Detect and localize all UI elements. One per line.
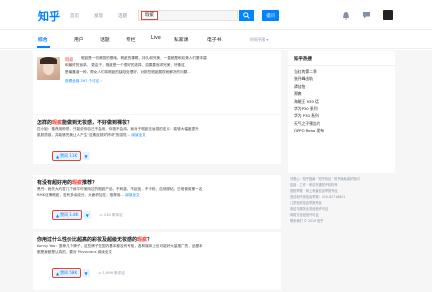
answer-title-pre: 有没有超好用的 xyxy=(37,180,73,186)
hot-search-divider xyxy=(288,65,395,66)
tab-all-underline xyxy=(37,46,50,48)
tab-columns[interactable]: 专栏 xyxy=(126,36,136,43)
downvote-triangle-icon: ▼ xyxy=(85,212,89,218)
answer-excerpt-line2: 都是我都是认真的，要对 Physicians 阅读全文 xyxy=(37,250,112,254)
answer-excerpt-text: RMK丝滑瑕疵，没有多余成分，大面积加在，推荐用… xyxy=(37,193,125,197)
hot-search-item[interactable]: 华为 P30 系列 xyxy=(294,113,392,120)
topic-all-link[interactable]: 查看全部 297 个讨论 › xyxy=(65,79,102,84)
upvote-button[interactable]: ▲ 赞同 11K xyxy=(51,151,82,161)
read-more-link[interactable]: 阅读全文 xyxy=(131,133,145,137)
vote-group: ▲ 赞同 1.8K ▼ ▭ 230 条评论 xyxy=(51,210,123,220)
answer-title-post: 推荐？ xyxy=(82,180,98,186)
search-button[interactable] xyxy=(239,10,254,21)
read-more-link[interactable]: 阅读全文 xyxy=(125,193,139,197)
comment-icon: ▭ xyxy=(99,212,103,217)
topic-desc-line2: 和最终的追求。 更由于，瑕疵是一个很好的选择，如果要追求完美，好像这 xyxy=(65,63,185,67)
hot-search-item[interactable]: 海贼王 939 话 xyxy=(294,99,392,106)
hot-search-item[interactable]: 天气之子预告片 xyxy=(294,121,392,128)
topic-image xyxy=(37,57,60,80)
upvote-count: 赞同 11K xyxy=(60,153,78,158)
upvote-button[interactable]: ▲ 赞同 1.8K xyxy=(51,210,83,220)
nav-topic[interactable]: 话题 xyxy=(118,13,127,19)
topic-desc-line3: 是最靠谱一种，帮女人们将瑕疵的缺陷处理好，对那些瑕疵展现而解决的问题… xyxy=(65,70,191,74)
downvote-triangle-icon: ▼ xyxy=(84,270,88,276)
tab-courses[interactable]: 私家课 xyxy=(174,36,188,43)
tab-users[interactable]: 用户 xyxy=(74,36,84,43)
tab-all[interactable]: 综合 xyxy=(38,36,48,43)
hot-search-item[interactable]: 当红的第二季 xyxy=(294,69,392,76)
search-input[interactable]: 瑕疵 xyxy=(138,10,238,21)
answer-title-pre: 你用过什么性价比超高的彩妆及超级无妆感的 xyxy=(37,237,138,243)
search-tabs: 综合 用户 话题 专栏 Live 私家课 电子书 时间不限 ▾ xyxy=(0,31,432,49)
hot-search-item[interactable]: 华为P30 系列 xyxy=(294,106,392,113)
chevron-down-icon: ▾ xyxy=(266,37,269,42)
topic-card: 瑕疵 瑕疵是一切美丽的基础。瑕疵的裸眼，持久和完美，一直都是和欢美人们基本盾 和… xyxy=(33,51,281,114)
answer-title-pre: 怎样的 xyxy=(37,120,53,126)
search-value: 瑕疵 xyxy=(141,11,158,20)
avatar[interactable] xyxy=(383,10,393,20)
hot-search-list: 当红的第二季 张丹峰出轨 谭佳怡 郑爽 海贼王 939 话 华为P30 系列 华… xyxy=(294,69,392,136)
tab-ebooks[interactable]: 电子书 xyxy=(207,36,221,43)
answer-title-post: 能做到无妆感，不好做到裸妆？ xyxy=(62,120,133,126)
answer-card: 有没有超好用的瑕疵推荐？ 黑丹：我先大约答几个我平时使用过的瑕疵产品，不刺激，不… xyxy=(33,175,281,229)
downvote-button[interactable]: ▼ xyxy=(83,211,92,219)
comment-count[interactable]: ▭ 230 条评论 xyxy=(99,213,122,218)
downvote-button[interactable]: ▼ xyxy=(82,269,91,277)
chevron-right-icon: › xyxy=(100,79,102,83)
topic-all-link-label: 查看全部 297 个讨论 xyxy=(65,79,100,83)
comment-count-label: 230 条评论 xyxy=(103,212,123,217)
downvote-button[interactable]: ▼ xyxy=(82,152,91,160)
answer-excerpt-line1: Konny Yao：推荐几个牌子，这些牌子在国内基本都没有专柜，各种媒体上也可能… xyxy=(37,244,203,248)
time-filter-label: 时间不限 xyxy=(250,37,266,42)
answer-excerpt-text: 肌肤质感，并能够完美让人产生"这素皮肤好好呀"的感觉… xyxy=(37,133,131,137)
upvote-count: 赞同 1.8K xyxy=(60,212,79,217)
downvote-triangle-icon: ▼ xyxy=(84,153,88,159)
answer-excerpt-line2: RMK丝滑瑕疵，没有多余成分，大面积加在，推荐用… 阅读全文 xyxy=(37,193,277,199)
hot-search-item[interactable]: 谭佳怡 xyxy=(294,84,392,91)
topic-desc-line1: 瑕疵是一切美丽的基础。瑕疵的裸眼，持久和完美，一直都是和欢美人们基本盾 xyxy=(81,56,207,60)
answer-title[interactable]: 有没有超好用的瑕疵推荐？ xyxy=(37,179,97,186)
footer-line[interactable]: 联系我们 © 2019 知乎 xyxy=(290,218,395,224)
answer-title-post: ？ xyxy=(147,237,153,243)
answer-card: 你用过什么性价比超高的彩妆及超级无妆感的瑕疵？ Konny Yao：推荐几个牌子… xyxy=(33,232,281,290)
upvote-button[interactable]: ▲ 赞同 58K xyxy=(51,268,82,278)
ask-button[interactable]: 提问 xyxy=(262,10,279,21)
hot-search-item[interactable]: OPPO Reno 发布 xyxy=(294,128,392,135)
bell-icon[interactable] xyxy=(342,11,350,20)
hot-search-item[interactable]: 张丹峰出轨 xyxy=(294,76,392,83)
answer-title[interactable]: 你用过什么性价比超高的彩妆及超级无妆感的瑕疵？ xyxy=(37,236,152,243)
answer-excerpt-line2: 肌肤质感，并能够完美让人产生"这素皮肤好好呀"的感觉… 阅读全文 xyxy=(37,133,277,139)
nav-discover[interactable]: 发现 xyxy=(94,13,103,19)
tab-topics[interactable]: 话题 xyxy=(100,36,110,43)
upvote-triangle-icon: ▲ xyxy=(56,212,60,218)
vote-group: ▲ 赞同 11K ▼ xyxy=(51,151,91,161)
answer-excerpt-line1: 黑丹：我先大约答几个我平时使用过的瑕疵产品，不刺激，不起皮，不卡粉，自然服帖。日… xyxy=(37,187,203,191)
answer-title[interactable]: 怎样的瑕疵能做到无妆感，不好做到裸妆？ xyxy=(37,119,132,126)
answer-card: 怎样的瑕疵能做到无妆感，不好做到裸妆？ 匹小姐：推荐用粉饼，只能说你自己不会用，… xyxy=(33,115,281,164)
tab-live[interactable]: Live xyxy=(151,36,161,41)
hot-search-panel: 知乎热搜 当红的第二季 张丹峰出轨 谭佳怡 郑爽 海贼王 939 话 华为P30… xyxy=(288,51,395,173)
sidebar-footer: 刘看山 · 知乎指南 · 知乎协议 · 知乎隐私保护指引 应用 · 工作 · 申… xyxy=(290,176,395,224)
time-filter[interactable]: 时间不限 ▾ xyxy=(250,37,268,43)
top-header: 知乎 首页 发现 话题 瑕疵 提问 xyxy=(0,0,432,30)
nav-home[interactable]: 首页 xyxy=(70,13,79,19)
upvote-triangle-icon: ▲ xyxy=(56,153,60,159)
search-icon xyxy=(243,12,250,19)
hot-search-title: 知乎热搜 xyxy=(294,57,312,62)
comment-icon: ▭ xyxy=(98,270,102,275)
answer-excerpt-line1: 匹小姐：推荐用粉饼，只能说你自己不会用，你按不会用。我对于瑕疵无妆感的定义：能够… xyxy=(37,127,199,131)
answer-title-keyword: 瑕疵 xyxy=(72,180,83,186)
hot-search-item[interactable]: 郑爽 xyxy=(294,91,392,98)
message-icon[interactable] xyxy=(362,11,371,19)
comment-count-label: 1,699 条评论 xyxy=(102,270,125,275)
answer-title-keyword: 瑕疵 xyxy=(52,120,63,126)
upvote-count: 赞同 58K xyxy=(60,270,78,275)
comment-count[interactable]: ▭ 1,699 条评论 xyxy=(98,271,125,276)
upvote-triangle-icon: ▲ xyxy=(56,270,60,276)
zhihu-logo[interactable]: 知乎 xyxy=(38,8,60,24)
vote-group: ▲ 赞同 58K ▼ ▭ 1,699 条评论 xyxy=(51,268,125,278)
answer-title-keyword: 瑕疵 xyxy=(137,237,148,243)
